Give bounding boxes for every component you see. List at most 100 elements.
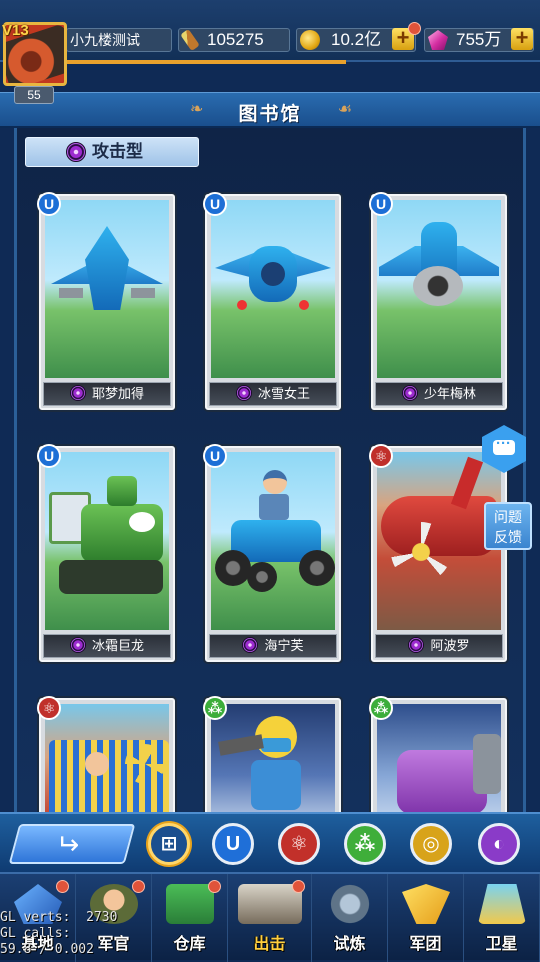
nav-label: 出击	[253, 936, 286, 953]
unit-art	[377, 452, 501, 630]
card-grid: 攻击型 U 耶梦加得 U 冰雪女王 U 少年梅林 U 冰霜巨龙 U 海宁芙 ⚛ …	[14, 128, 526, 812]
unit-art	[211, 452, 335, 630]
top-bar: 小九楼测试 105275 10.2亿 + 755万 +	[0, 0, 540, 64]
unit-card[interactable]: U 海宁芙	[203, 444, 341, 662]
swirl-icon	[242, 637, 259, 653]
notification-dot	[292, 880, 305, 893]
crate-icon	[166, 884, 214, 924]
back-button[interactable]	[8, 824, 136, 864]
filter-ring-button[interactable]: ◎	[410, 823, 452, 865]
magnet-icon: U	[203, 444, 227, 468]
nav-base[interactable]: 基地	[0, 874, 76, 962]
atom-icon: ⚛	[290, 833, 308, 855]
swirl-icon	[235, 385, 252, 401]
gear-icon	[326, 884, 374, 924]
vip-badge: V13	[2, 22, 29, 39]
magnet-icon: U	[225, 833, 241, 855]
magnet-icon: U	[203, 192, 227, 216]
swirl-icon	[66, 142, 86, 162]
unit-art	[45, 704, 169, 812]
ornament-right-icon: ☙	[337, 101, 352, 118]
gold-value: 10.2亿	[331, 30, 382, 49]
base-icon	[14, 884, 62, 924]
nav-label: 仓库	[173, 936, 206, 953]
nav-warehouse[interactable]: 仓库	[152, 874, 228, 962]
nav-satellite[interactable]: 卫星	[464, 874, 540, 962]
unit-art	[45, 200, 169, 378]
molecule-icon: ⁂	[354, 833, 376, 855]
unit-name-label: 耶梦加得	[43, 382, 171, 406]
gem-icon	[428, 30, 448, 50]
unit-card[interactable]: ⚛	[37, 696, 175, 812]
unit-card[interactable]: ⁂	[369, 696, 507, 812]
player-level: 55	[14, 86, 54, 104]
notification-dot	[208, 880, 221, 893]
atom-icon: ⚛	[369, 444, 393, 468]
swirl-icon	[408, 637, 425, 653]
swirl-icon	[69, 637, 86, 653]
page-title: 图书馆	[238, 104, 302, 125]
add-gem-button[interactable]: +	[511, 27, 533, 50]
filter-molecule-button[interactable]: ⁂	[344, 823, 386, 865]
player-name: 小九楼测试	[66, 28, 172, 52]
nav-label: 基地	[21, 936, 54, 953]
magnet-icon: U	[369, 192, 393, 216]
filter-atom-button[interactable]: ⚛	[278, 823, 320, 865]
nav-label: 卫星	[485, 936, 518, 953]
unit-card[interactable]: U 耶梦加得	[37, 192, 175, 410]
nav-officer[interactable]: 军官	[76, 874, 152, 962]
notification-dot	[56, 880, 69, 893]
unit-name-label: 海宁芙	[209, 634, 337, 658]
xp-progress-bar	[66, 60, 346, 64]
nav-label: 军官	[97, 936, 130, 953]
unit-name-label: 少年梅林	[375, 382, 503, 406]
unit-card[interactable]: ⁂	[203, 696, 341, 812]
notification-dot	[132, 880, 145, 893]
unit-art	[377, 200, 501, 378]
filter-all-button[interactable]: ⊞	[148, 823, 190, 865]
swirl-icon	[69, 385, 86, 401]
gem-value: 755万	[456, 30, 502, 49]
unit-name-label: 阿波罗	[375, 634, 503, 658]
unit-art	[211, 704, 335, 812]
unit-card[interactable]: U 冰霜巨龙	[37, 444, 175, 662]
xp-counter: 105275	[178, 28, 290, 52]
unit-art	[211, 200, 335, 378]
magnet-icon: U	[37, 192, 61, 216]
coin-icon	[300, 30, 320, 50]
atom-icon: ⚛	[37, 696, 61, 720]
gold-notification-dot	[408, 22, 421, 35]
chat-bubble-icon	[493, 435, 515, 455]
unit-art	[377, 704, 501, 812]
bottom-nav: 基地 军官 仓库 出击 试炼 军团 卫星	[0, 872, 540, 962]
filter-bar: ⊞ U ⚛ ⁂ ◎ ◐	[0, 812, 540, 872]
feedback-button[interactable]: 问题 反馈	[484, 502, 532, 550]
nav-legion[interactable]: 军团	[388, 874, 464, 962]
unit-card[interactable]: ⚛ 阿波罗	[369, 444, 507, 662]
wings-icon	[402, 884, 450, 924]
half-circle-icon: ◐	[492, 833, 506, 855]
xp-value: 105275	[207, 30, 264, 49]
unit-card[interactable]: U 冰雪女王	[203, 192, 341, 410]
filter-half-circle-button[interactable]: ◐	[478, 823, 520, 865]
category-tab-attack[interactable]: 攻击型	[25, 137, 199, 167]
magnet-icon: U	[37, 444, 61, 468]
all-icon: ⊞	[160, 833, 178, 855]
nav-label: 军团	[409, 936, 442, 953]
ring-icon: ◎	[422, 833, 440, 855]
officer-icon	[90, 884, 138, 924]
bullet-icon	[180, 28, 200, 52]
nav-trial[interactable]: 试炼	[312, 874, 388, 962]
category-label: 攻击型	[92, 142, 143, 161]
nav-sortie[interactable]: 出击	[228, 874, 312, 962]
satellite-icon	[478, 884, 526, 924]
swirl-icon	[401, 385, 418, 401]
nav-label: 试炼	[333, 936, 366, 953]
molecule-icon: ⁂	[203, 696, 227, 720]
filter-magnet-button[interactable]: U	[212, 823, 254, 865]
unit-name-label: 冰雪女王	[209, 382, 337, 406]
unit-art	[45, 452, 169, 630]
molecule-icon: ⁂	[369, 696, 393, 720]
unit-card[interactable]: U 少年梅林	[369, 192, 507, 410]
unit-name-label: 冰霜巨龙	[43, 634, 171, 658]
